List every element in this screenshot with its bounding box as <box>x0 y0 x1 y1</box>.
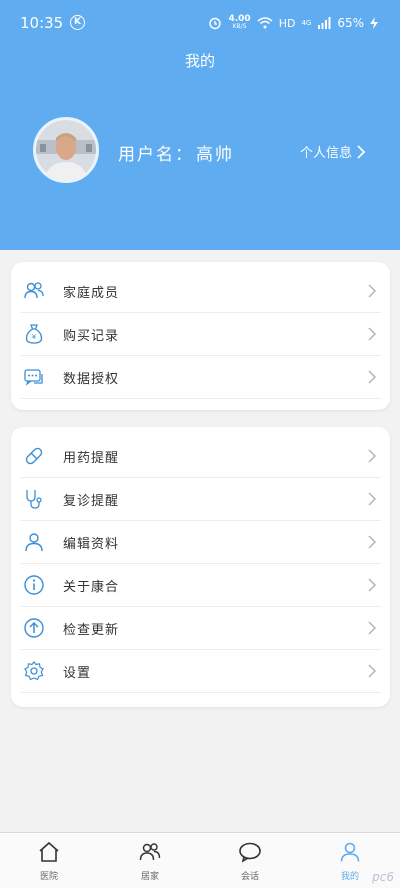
family-icon <box>23 280 45 302</box>
net-speed: 4.00 KB/S <box>228 15 250 31</box>
menu-item-label: 设置 <box>63 665 92 681</box>
people-icon <box>120 839 180 865</box>
header: 10:35 K 4.00 KB/S HD 4G 65% 我的 用户名： 高帅 个… <box>0 0 400 250</box>
menu-item-label: 编辑资料 <box>63 536 120 552</box>
tab-label: 我的 <box>340 872 359 882</box>
menu-item-medication-reminder[interactable]: 用药提醒 <box>21 435 381 478</box>
alarm-icon <box>209 17 222 30</box>
menu-card-secondary: 用药提醒 复诊提醒 编辑资料 关于康合 检查更新 设置 <box>11 427 390 707</box>
stethoscope-icon <box>23 488 45 510</box>
chevron-right-icon <box>368 535 377 549</box>
chevron-right-icon <box>368 284 377 298</box>
tab-mine[interactable]: 我的 <box>320 839 380 882</box>
net-speed-value: 4.00 <box>228 14 251 24</box>
avatar-photo <box>36 120 96 180</box>
tab-conversation[interactable]: 会话 <box>220 839 280 882</box>
money-bag-icon: ¥ <box>23 323 45 345</box>
menu-item-label: 复诊提醒 <box>63 493 120 509</box>
tab-label: 居家 <box>140 872 159 882</box>
menu-item-check-update[interactable]: 检查更新 <box>21 607 381 650</box>
menu-item-settings[interactable]: 设置 <box>21 650 381 693</box>
menu-item-label: 用药提醒 <box>63 450 120 466</box>
tab-label: 医院 <box>39 872 58 882</box>
settings-gear-icon <box>23 660 45 682</box>
signal-icon <box>318 17 331 29</box>
wifi-icon <box>257 17 273 29</box>
svg-text:¥: ¥ <box>32 333 37 341</box>
menu-item-label: 检查更新 <box>63 622 120 638</box>
chevron-right-icon <box>368 449 377 463</box>
user-icon <box>23 531 45 553</box>
chevron-right-icon <box>368 492 377 506</box>
pill-icon <box>23 445 45 467</box>
chat-icon <box>220 839 280 865</box>
menu-item-followup-reminder[interactable]: 复诊提醒 <box>21 478 381 521</box>
avatar[interactable] <box>33 117 99 183</box>
k-notification-icon: K <box>70 15 85 30</box>
menu-item-label: 家庭成员 <box>63 285 120 301</box>
status-icons: 4.00 KB/S HD 4G 65% <box>208 15 378 31</box>
profile-info-link[interactable]: 个人信息 <box>300 142 366 161</box>
person-icon <box>320 839 380 865</box>
chat-bubble-icon <box>23 366 45 388</box>
tab-label: 会话 <box>240 872 259 882</box>
menu-card-primary: 家庭成员 ¥ 购买记录 数据授权 <box>11 262 390 410</box>
menu-item-purchase-records[interactable]: ¥ 购买记录 <box>21 313 381 356</box>
watermark: pc6 <box>372 870 394 884</box>
chevron-right-icon <box>368 327 377 341</box>
status-time: 10:35 <box>20 14 64 32</box>
chevron-right-icon <box>357 144 366 159</box>
page-title: 我的 <box>184 52 215 70</box>
menu-item-edit-profile[interactable]: 编辑资料 <box>21 521 381 564</box>
menu-item-label: 关于康合 <box>63 579 120 595</box>
upload-arrow-icon <box>23 617 45 639</box>
battery-level: 65% <box>337 16 364 30</box>
charging-icon <box>370 17 378 29</box>
status-bar: 10:35 K 4.00 KB/S HD 4G 65% <box>0 0 400 44</box>
chevron-right-icon <box>368 370 377 384</box>
menu-item-about[interactable]: 关于康合 <box>21 564 381 607</box>
menu-item-label: 购买记录 <box>63 328 120 344</box>
username-value: 高帅 <box>196 145 234 165</box>
chevron-right-icon <box>368 621 377 635</box>
profile-info-label: 个人信息 <box>299 146 352 161</box>
info-icon <box>23 574 45 596</box>
bottom-tab-bar: 医院 居家 会话 我的 pc6 <box>0 832 400 888</box>
net-speed-unit: KB/S <box>232 23 247 30</box>
home-icon <box>19 839 79 865</box>
menu-item-family-members[interactable]: 家庭成员 <box>21 270 381 313</box>
menu-item-data-authorization[interactable]: 数据授权 <box>21 356 381 399</box>
chevron-right-icon <box>368 578 377 592</box>
network-type: HD <box>278 16 296 30</box>
signal-type: 4G <box>301 19 312 27</box>
tab-hospital[interactable]: 医院 <box>19 839 79 882</box>
username-label: 用户名： <box>118 145 194 165</box>
menu-item-label: 数据授权 <box>63 371 120 387</box>
tab-home-care[interactable]: 居家 <box>120 839 180 882</box>
chevron-right-icon <box>368 664 377 678</box>
